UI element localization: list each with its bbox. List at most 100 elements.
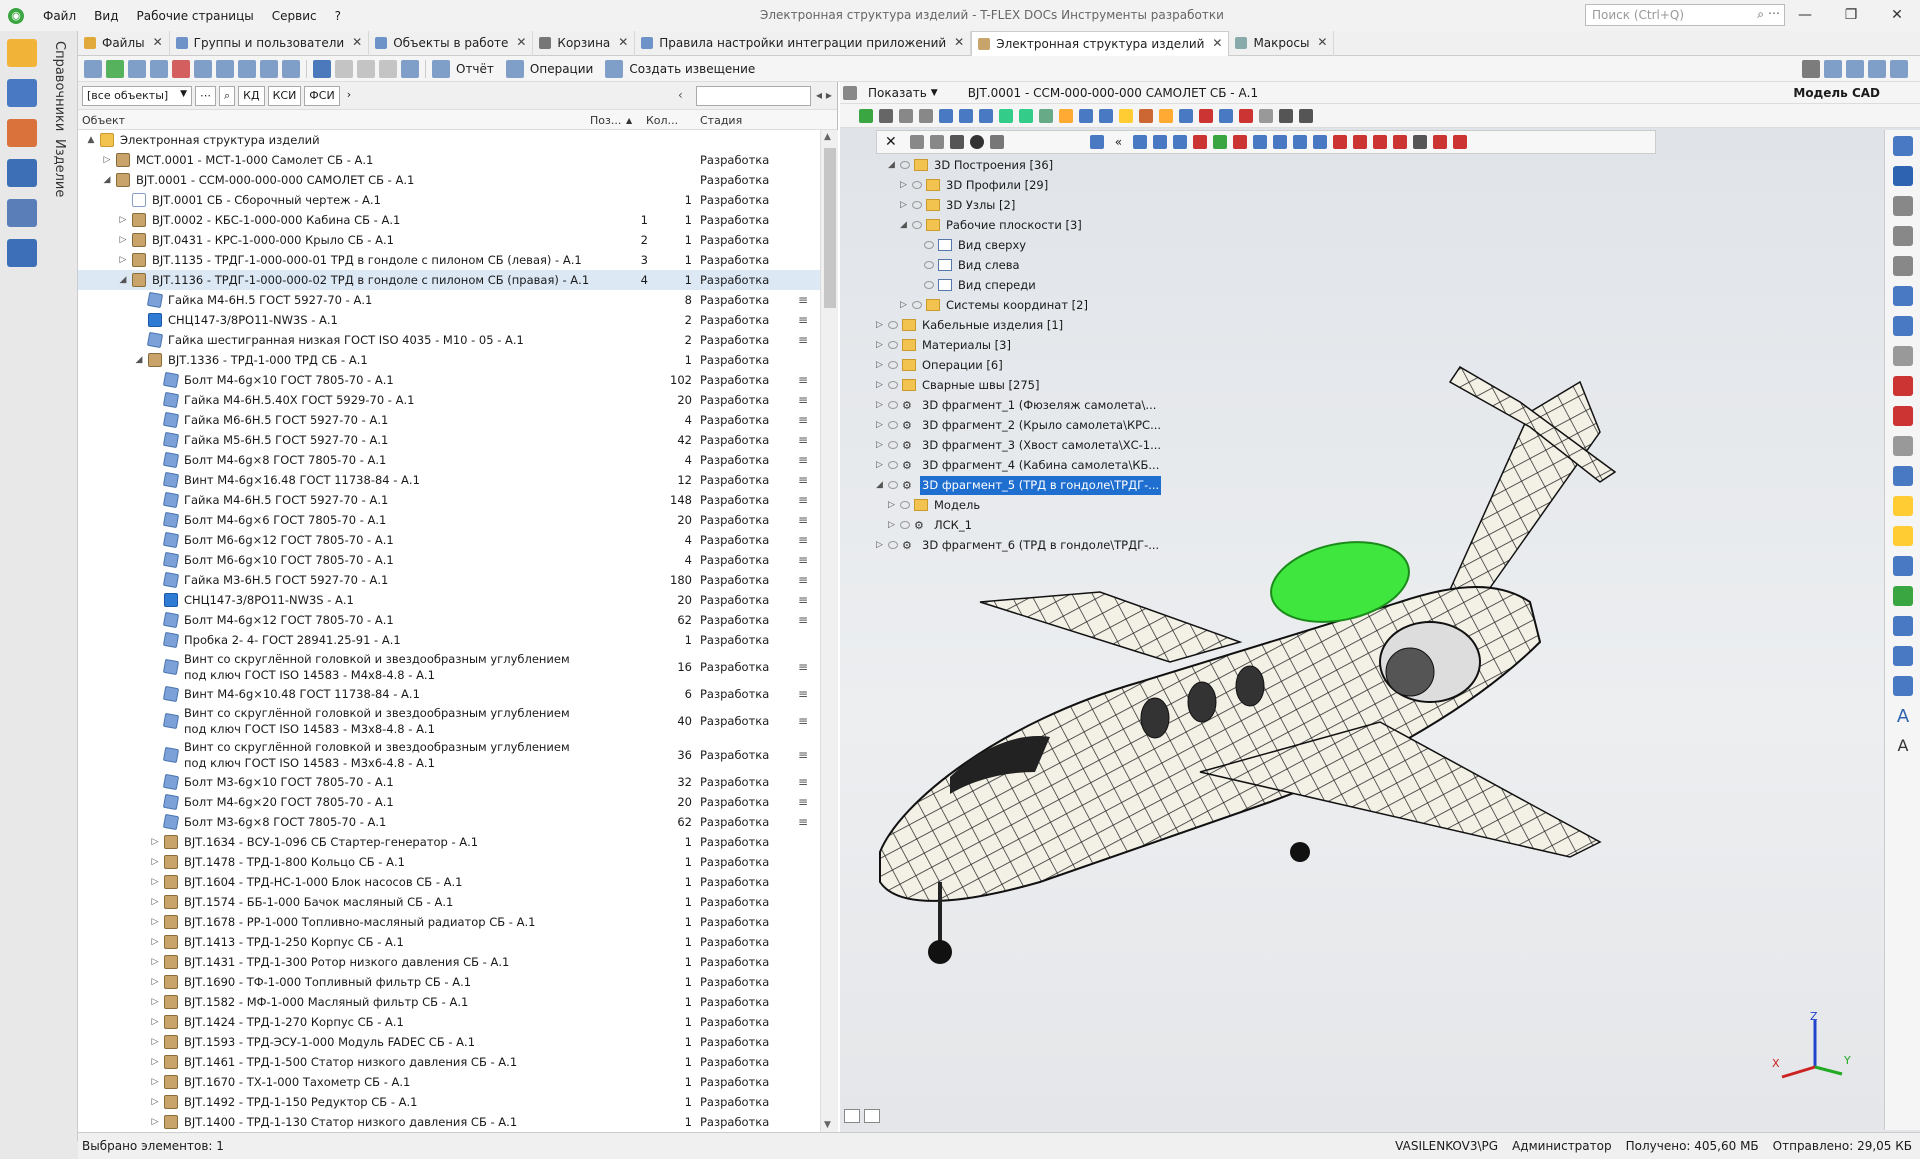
font-icon[interactable]: A xyxy=(1893,736,1913,756)
model-tree-item[interactable]: ◢ Рабочие плоскости [3] xyxy=(900,216,1280,235)
render-icon[interactable] xyxy=(1893,676,1913,696)
filter-ksi-button[interactable]: КСИ xyxy=(267,85,302,106)
table-row[interactable]: Болт М3-6g×10 ГОСТ 7805-70 - А.1 32 Разраб… xyxy=(78,772,820,792)
table-row[interactable]: Винт со скруглённой головкой и звездообр… xyxy=(78,738,820,772)
table-row[interactable]: ▷ ВJТ.1582 - МФ-1-000 Масляный фильтр СБ … xyxy=(78,992,820,1012)
table-row[interactable]: Винт М4-6g×16.48 ГОСТ 11738-84 - А.1 12 Ра… xyxy=(78,470,820,490)
filter-more-button[interactable]: ⋯ xyxy=(195,85,216,106)
color-icon[interactable] xyxy=(1893,586,1913,606)
model-tree-item[interactable]: ▷ ⚙ 3D фрагмент_2 (Крыло самолета\КРС... xyxy=(876,416,1256,435)
row-menu-icon[interactable]: ≡ xyxy=(798,812,808,832)
visibility-eye-icon[interactable] xyxy=(912,301,922,309)
expand-toggle-icon[interactable]: ▷ xyxy=(150,1032,160,1052)
model-tree-item[interactable]: ▷ ⚙ ЛСК_1 xyxy=(888,516,1268,535)
expand-toggle-icon[interactable]: ◢ xyxy=(134,350,144,370)
view-icon[interactable] xyxy=(1893,646,1913,666)
export-icon[interactable] xyxy=(1893,616,1913,636)
table-row[interactable]: ▷ ВJТ.1492 - ТРД-1-150 Редуктор СБ - А.1 1… xyxy=(78,1092,820,1112)
close-icon[interactable]: ✕ xyxy=(153,35,163,49)
visibility-eye-icon[interactable] xyxy=(924,241,934,249)
tab-groups-users[interactable]: Группы и пользователи ✕ xyxy=(170,31,370,56)
table-row[interactable]: Болт М4-6g×8 ГОСТ 7805-70 - А.1 4 Разработ… xyxy=(78,450,820,470)
save-icon[interactable] xyxy=(335,59,353,78)
visibility-eye-icon[interactable] xyxy=(888,381,898,389)
model-tree-item[interactable]: Вид сверху xyxy=(912,236,1292,255)
operations-icon[interactable] xyxy=(505,59,524,78)
model-tree-item[interactable]: ▷ ⚙ 3D фрагмент_1 (Фюзеляж самолета\... xyxy=(876,396,1256,415)
expand-toggle-icon[interactable]: ▷ xyxy=(150,932,160,952)
row-menu-icon[interactable]: ≡ xyxy=(798,610,808,630)
expand-toggle-icon[interactable]: ▷ xyxy=(888,516,895,535)
table-row[interactable]: Болт М4-6g×20 ГОСТ 7805-70 - А.1 20 Разраб… xyxy=(78,792,820,812)
model-tree-item[interactable]: ▷ ⚙ 3D фрагмент_3 (Хвост самолета\ХС-1... xyxy=(876,436,1256,455)
ruler-icon[interactable] xyxy=(1893,316,1913,336)
table-row[interactable]: ▷ ВJТ.0431 - КРС-1-000-000 Крыло СБ - А.1… xyxy=(78,230,820,250)
row-menu-icon[interactable]: ≡ xyxy=(798,550,808,570)
table-row[interactable]: СНЦ147-3/8РО11-NW3S - А.1 2 Разработка ≡ xyxy=(78,310,820,330)
expand-toggle-icon[interactable]: ▷ xyxy=(888,496,895,515)
expand-toggle-icon[interactable]: ◢ xyxy=(102,170,112,190)
table-row[interactable]: ▷ МСТ.0001 - МСТ-1-000 Самолет СБ - А.1 Ра… xyxy=(78,150,820,170)
model-tree-item[interactable]: ▷ 3D Профили [29] xyxy=(900,176,1280,195)
column-object[interactable]: Объект xyxy=(82,114,125,127)
table-row[interactable]: ◢ ВJТ.1136 - ТРДГ-1-000-000-02 ТРД в гонд… xyxy=(78,270,820,290)
table-row[interactable]: ◢ ВJТ.1336 - ТРД-1-000 ТРД СБ - А.1 1 Разра… xyxy=(78,350,820,370)
delete-icon[interactable] xyxy=(172,59,190,78)
row-menu-icon[interactable]: ≡ xyxy=(798,390,808,410)
filter-kd-button[interactable]: КД xyxy=(238,85,265,106)
model-tree-item[interactable]: ▷ Операции [6] xyxy=(876,356,1256,375)
operations-button[interactable]: Операции xyxy=(530,62,593,76)
row-menu-icon[interactable]: ≡ xyxy=(798,510,808,530)
structure-icon[interactable] xyxy=(7,79,37,107)
visibility-eye-icon[interactable] xyxy=(900,521,910,529)
table-row[interactable]: ▲ Электронная структура изделий xyxy=(78,130,820,150)
table-row[interactable]: ▷ ВJТ.1135 - ТРДГ-1-000-000-01 ТРД в гонд… xyxy=(78,250,820,270)
close-icon[interactable]: ✕ xyxy=(1212,36,1222,50)
measure-icon[interactable] xyxy=(1893,286,1913,306)
link-icon[interactable] xyxy=(194,59,212,78)
expand-toggle-icon[interactable]: ▷ xyxy=(150,1012,160,1032)
checkout-icon[interactable] xyxy=(379,59,397,78)
visibility-eye-icon[interactable] xyxy=(888,361,898,369)
report-button[interactable]: Отчёт xyxy=(456,62,494,76)
text-icon[interactable]: A xyxy=(1893,706,1913,727)
table-row[interactable]: Винт со скруглённой головкой и звездообр… xyxy=(78,650,820,684)
sidebar-directories-label[interactable]: Справочники xyxy=(52,41,67,131)
layout-icon[interactable] xyxy=(282,59,300,78)
expand-toggle-icon[interactable]: ▷ xyxy=(102,150,112,170)
chevron-right-icon[interactable]: › xyxy=(343,86,355,106)
table-row[interactable]: Гайка шестигранная низкая ГОСТ ISO 4035 … xyxy=(78,330,820,350)
table-row[interactable]: ▷ ВJТ.1574 - ББ-1-000 Бачок масляный СБ -… xyxy=(78,892,820,912)
model-tree-item[interactable]: ▷ ⚙ 3D фрагмент_4 (Кабина самолета\КБ... xyxy=(876,456,1256,475)
print-icon[interactable] xyxy=(1802,60,1820,78)
model-tree-item[interactable]: ▷ ⚙ 3D фрагмент_6 (ТРД в гондоле\ТРДГ-... xyxy=(876,536,1256,555)
table-row[interactable]: Винт М4-6g×10.48 ГОСТ 11738-84 - А.1 6 Раз… xyxy=(78,684,820,704)
row-menu-icon[interactable]: ≡ xyxy=(798,792,808,812)
sidebar-product-label[interactable]: Изделие xyxy=(52,139,67,197)
global-search-input[interactable]: Поиск (Ctrl+Q) ⌕ ⋯ xyxy=(1585,4,1785,26)
model-tree-item[interactable]: ◢ ⚙ 3D фрагмент_5 (ТРД в гондоле\ТРДГ-... xyxy=(876,476,1256,495)
table-row[interactable]: Болт М4-6g×12 ГОСТ 7805-70 - А.1 62 Разраб… xyxy=(78,610,820,630)
table-row[interactable]: Болт М4-6g×6 ГОСТ 7805-70 - А.1 20 Разрабо… xyxy=(78,510,820,530)
table-row[interactable]: ▷ ВJТ.1593 - ТРД-ЭСУ-1-000 Модуль FADEC С… xyxy=(78,1032,820,1052)
model-tree-item[interactable]: ▷ Сварные швы [275] xyxy=(876,376,1256,395)
expand-toggle-icon[interactable]: ▷ xyxy=(150,832,160,852)
minimize-button[interactable]: — xyxy=(1782,0,1828,31)
copy-icon[interactable] xyxy=(150,59,168,78)
checklist-icon[interactable] xyxy=(238,59,256,78)
table-row[interactable]: ▷ ВJТ.1478 - ТРД-1-800 Кольцо СБ - А.1 1 Ра… xyxy=(78,852,820,872)
table-row[interactable]: Гайка М5-6Н.5 ГОСТ 5927-70 - А.1 42 Разраб… xyxy=(78,430,820,450)
table-row[interactable]: ▷ ВJТ.1424 - ТРД-1-270 Корпус СБ - А.1 1 Ра… xyxy=(78,1012,820,1032)
report-icon[interactable] xyxy=(432,59,450,78)
row-menu-icon[interactable]: ≡ xyxy=(798,530,808,550)
zoom-out-icon[interactable] xyxy=(1893,256,1913,276)
row-menu-icon[interactable]: ≡ xyxy=(798,570,808,590)
close-icon[interactable]: ✕ xyxy=(954,35,964,49)
check-all-icon[interactable] xyxy=(1893,406,1913,426)
visibility-eye-icon[interactable] xyxy=(900,501,910,509)
table-row[interactable]: Гайка М4-6Н.5.40Х ГОСТ 5929-70 - А.1 20 Ра… xyxy=(78,390,820,410)
undo-icon[interactable] xyxy=(357,59,375,78)
model-tree-item[interactable]: ▷ 3D Узлы [2] xyxy=(900,196,1280,215)
expand-toggle-icon[interactable]: ▷ xyxy=(876,316,883,335)
scroll-up-icon[interactable]: ▲ xyxy=(824,132,831,142)
